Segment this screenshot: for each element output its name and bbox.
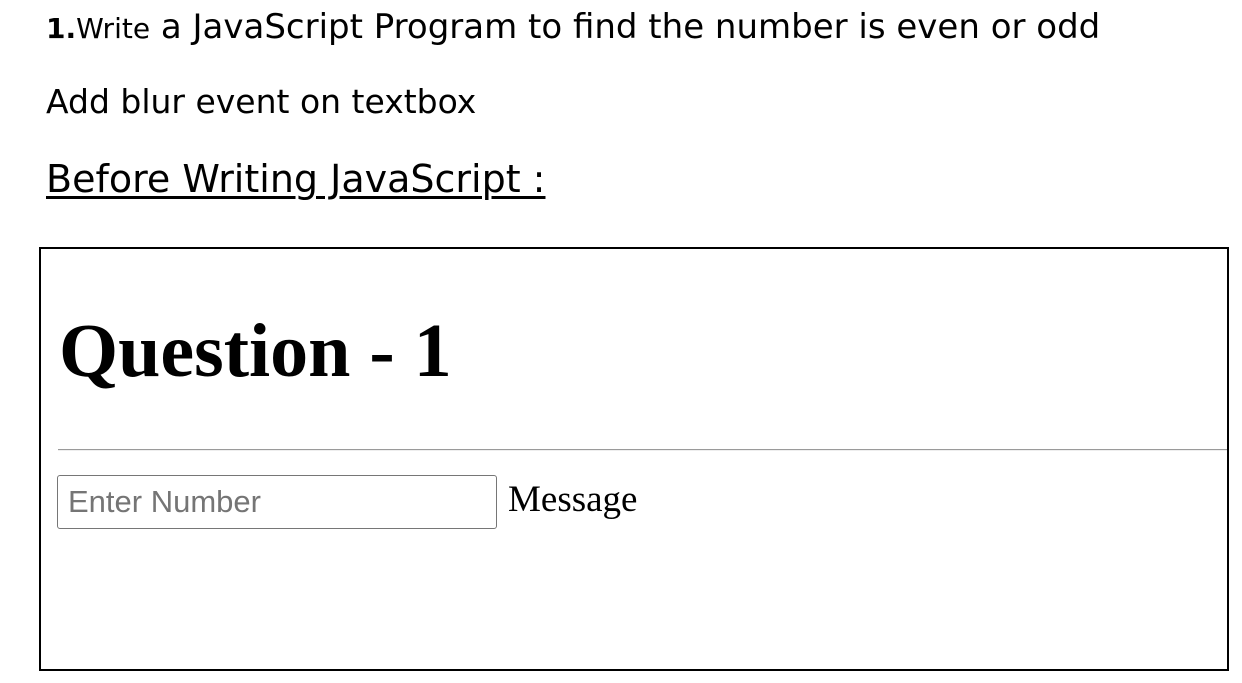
browser-output-screenshot: Question - 1 Message [39,247,1229,671]
number-input[interactable] [57,475,497,529]
task-title: 1.Write a JavaScript Program to find the… [46,4,1100,52]
task-verb: Write [76,12,151,45]
section-heading: Before Writing JavaScript : [46,157,546,201]
message-label: Message [508,479,638,520]
horizontal-rule [58,449,1227,451]
page-heading: Question - 1 [59,309,452,393]
task-description: a JavaScript Program to find the number … [150,7,1101,47]
task-number: 1. [46,12,77,45]
task-instruction: Add blur event on textbox [46,82,477,121]
